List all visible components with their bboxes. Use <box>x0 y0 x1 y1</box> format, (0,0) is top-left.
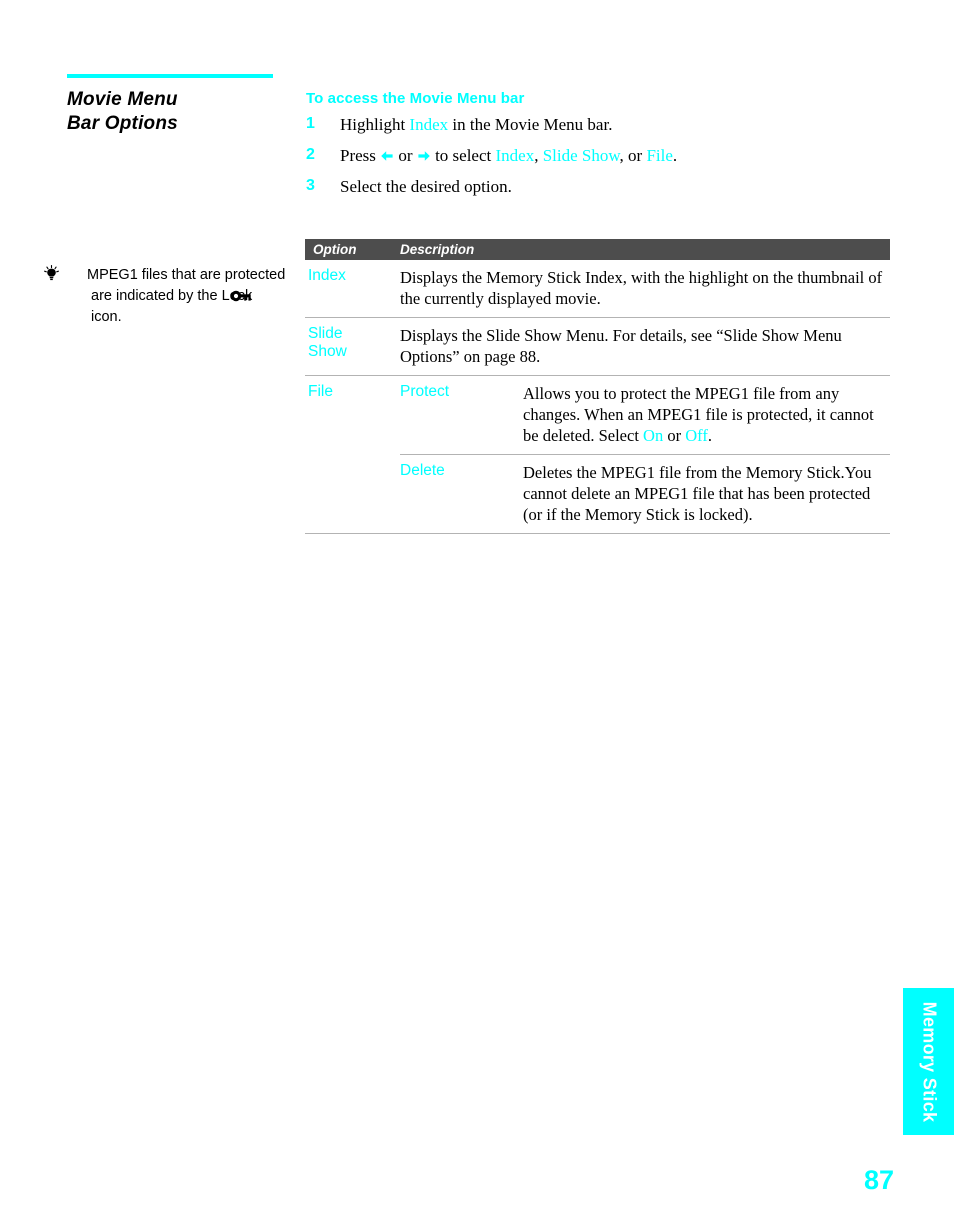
table-row: Slide Show Displays the Slide Show Menu.… <box>305 318 890 376</box>
step-3-number: 3 <box>306 177 315 194</box>
step-2-part-index: Index <box>495 146 535 165</box>
section-thumb-tab-label: Memory Stick <box>919 1001 939 1122</box>
protect-desc-part-4: . <box>707 426 712 445</box>
table-row: Index Displays the Memory Stick Index, w… <box>305 260 890 318</box>
protect-desc-on: On <box>643 426 664 445</box>
step-2: 2 Press or to select Index, Slide Show, … <box>306 144 894 174</box>
row-description-index: Displays the Memory Stick Index, with th… <box>400 268 883 308</box>
light-bulb-icon <box>44 265 84 282</box>
step-1-part-0: Highlight <box>340 115 410 134</box>
step-2-part-file: File <box>646 146 673 165</box>
page-title-line-1: Movie Menu <box>67 89 178 110</box>
step-2-part-2: or <box>394 146 417 165</box>
file-subrows: Protect Allows you to protect the MPEG1 … <box>400 376 890 533</box>
table-header-row: Option Description <box>305 239 890 260</box>
step-2-text: Press or to select Index, Slide Show, or… <box>340 144 894 168</box>
page-number: 87 <box>863 1165 894 1195</box>
left-arrow-icon <box>380 145 394 161</box>
step-1-number: 1 <box>306 115 315 132</box>
page-title: Movie Menu Bar Options <box>67 88 297 136</box>
table-subrow: Delete Deletes the MPEG1 file from the M… <box>400 454 890 533</box>
step-2-part-10: . <box>672 146 678 165</box>
procedure-steps: 1 Highlight Index in the Movie Menu bar.… <box>306 113 894 206</box>
step-1-part-2: in the Movie Menu bar. <box>448 115 613 134</box>
row-description-slide-show: Displays the Slide Show Menu. For detail… <box>400 326 842 366</box>
table-row: File Protect Allows you to protect the M… <box>305 376 890 534</box>
key-icon <box>231 289 276 303</box>
row-suboption-delete: Delete <box>400 462 445 479</box>
procedure-heading: To access the Movie Menu bar <box>306 90 525 107</box>
row-option-index: Index <box>308 267 346 284</box>
right-arrow-icon <box>417 145 431 161</box>
step-3: 3 Select the desired option. <box>306 175 894 205</box>
protect-desc-part-2: or <box>663 426 686 445</box>
step-1-text: Highlight Index in the Movie Menu bar. <box>340 113 894 137</box>
row-option-slide-show-line-2: Show <box>308 343 347 360</box>
row-option-slide-show-line-1: Slide <box>308 325 343 342</box>
row-option-slide-show: Slide Show <box>305 325 400 367</box>
column-header-description: Description <box>400 242 475 257</box>
step-1: 1 Highlight Index in the Movie Menu bar. <box>306 113 894 143</box>
section-title-rule <box>67 74 273 78</box>
step-2-part-0: Press <box>340 146 381 165</box>
row-description-delete: Deletes the MPEG1 file from the Memory S… <box>523 463 872 524</box>
step-2-part-4: to select <box>430 146 496 165</box>
page-title-line-2: Bar Options <box>67 113 178 134</box>
step-2-number: 2 <box>306 146 315 163</box>
step-3-text: Select the desired option. <box>340 177 512 196</box>
options-table: Option Description Index Displays the Me… <box>305 239 890 534</box>
row-suboption-protect: Protect <box>400 383 450 400</box>
step-2-part-6: , <box>534 146 543 165</box>
column-header-option: Option <box>313 242 357 257</box>
row-description-protect: Allows you to protect the MPEG1 file fro… <box>523 383 890 446</box>
protect-desc-off: Off <box>685 426 708 445</box>
step-2-part-slide-show: Slide Show <box>542 146 620 165</box>
section-thumb-tab: Memory Stick <box>903 988 954 1135</box>
row-option-file: File <box>308 383 333 400</box>
tip-text-after: icon. <box>91 309 122 325</box>
step-1-part-index: Index <box>409 115 449 134</box>
tip-note: MPEG1 files that are protected are indic… <box>44 265 287 328</box>
step-2-part-8: , or <box>619 146 647 165</box>
table-subrow: Protect Allows you to protect the MPEG1 … <box>400 376 890 454</box>
